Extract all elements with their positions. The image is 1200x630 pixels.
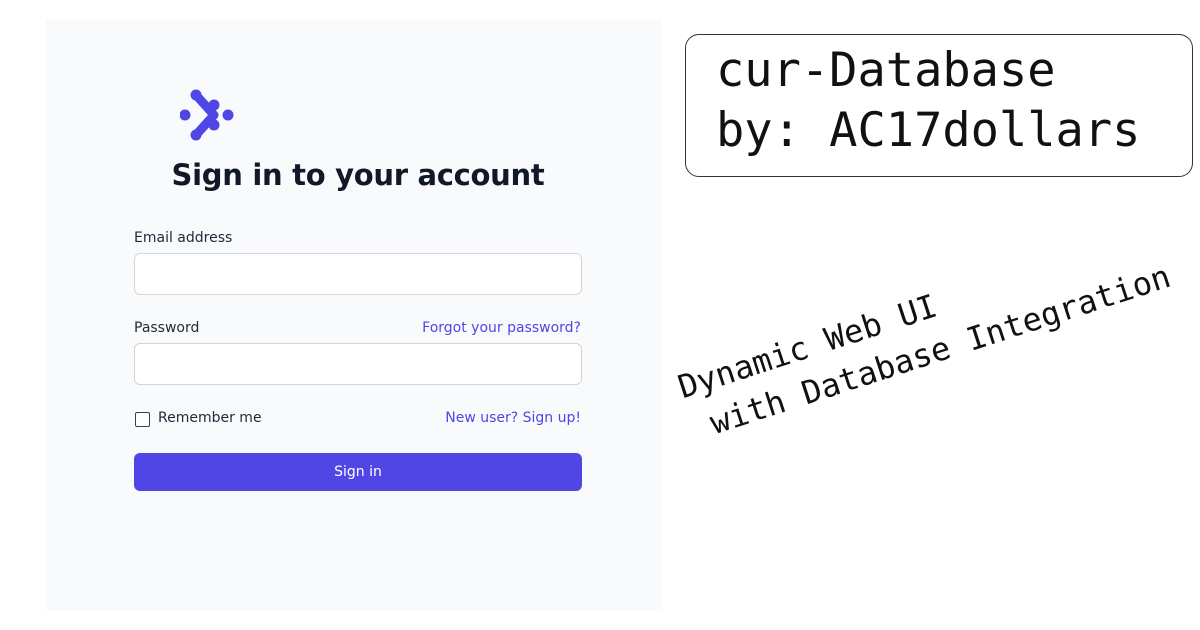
page-title: Sign in to your account — [171, 158, 545, 192]
note-title: cur-Database — [716, 43, 1056, 98]
logo-icon — [180, 89, 234, 141]
signup-link[interactable]: New user? Sign up! — [445, 409, 581, 427]
tilted-caption: Dynamic Web UI with Database Integration — [672, 200, 1200, 451]
sign-in-button[interactable]: Sign in — [134, 453, 582, 491]
forgot-password-link[interactable]: Forgot your password? — [422, 319, 581, 337]
login-panel: Sign in to your account Email address Pa… — [46, 20, 662, 611]
email-field[interactable] — [134, 253, 582, 295]
remember-me-label: Remember me — [158, 410, 262, 426]
remember-me-checkbox[interactable] — [135, 412, 150, 427]
email-label: Email address — [134, 230, 233, 246]
credit-note: cur-Database by: AC17dollars — [685, 34, 1193, 177]
password-field[interactable] — [134, 343, 582, 385]
password-label: Password — [134, 320, 200, 336]
note-author: by: AC17dollars — [716, 103, 1141, 158]
